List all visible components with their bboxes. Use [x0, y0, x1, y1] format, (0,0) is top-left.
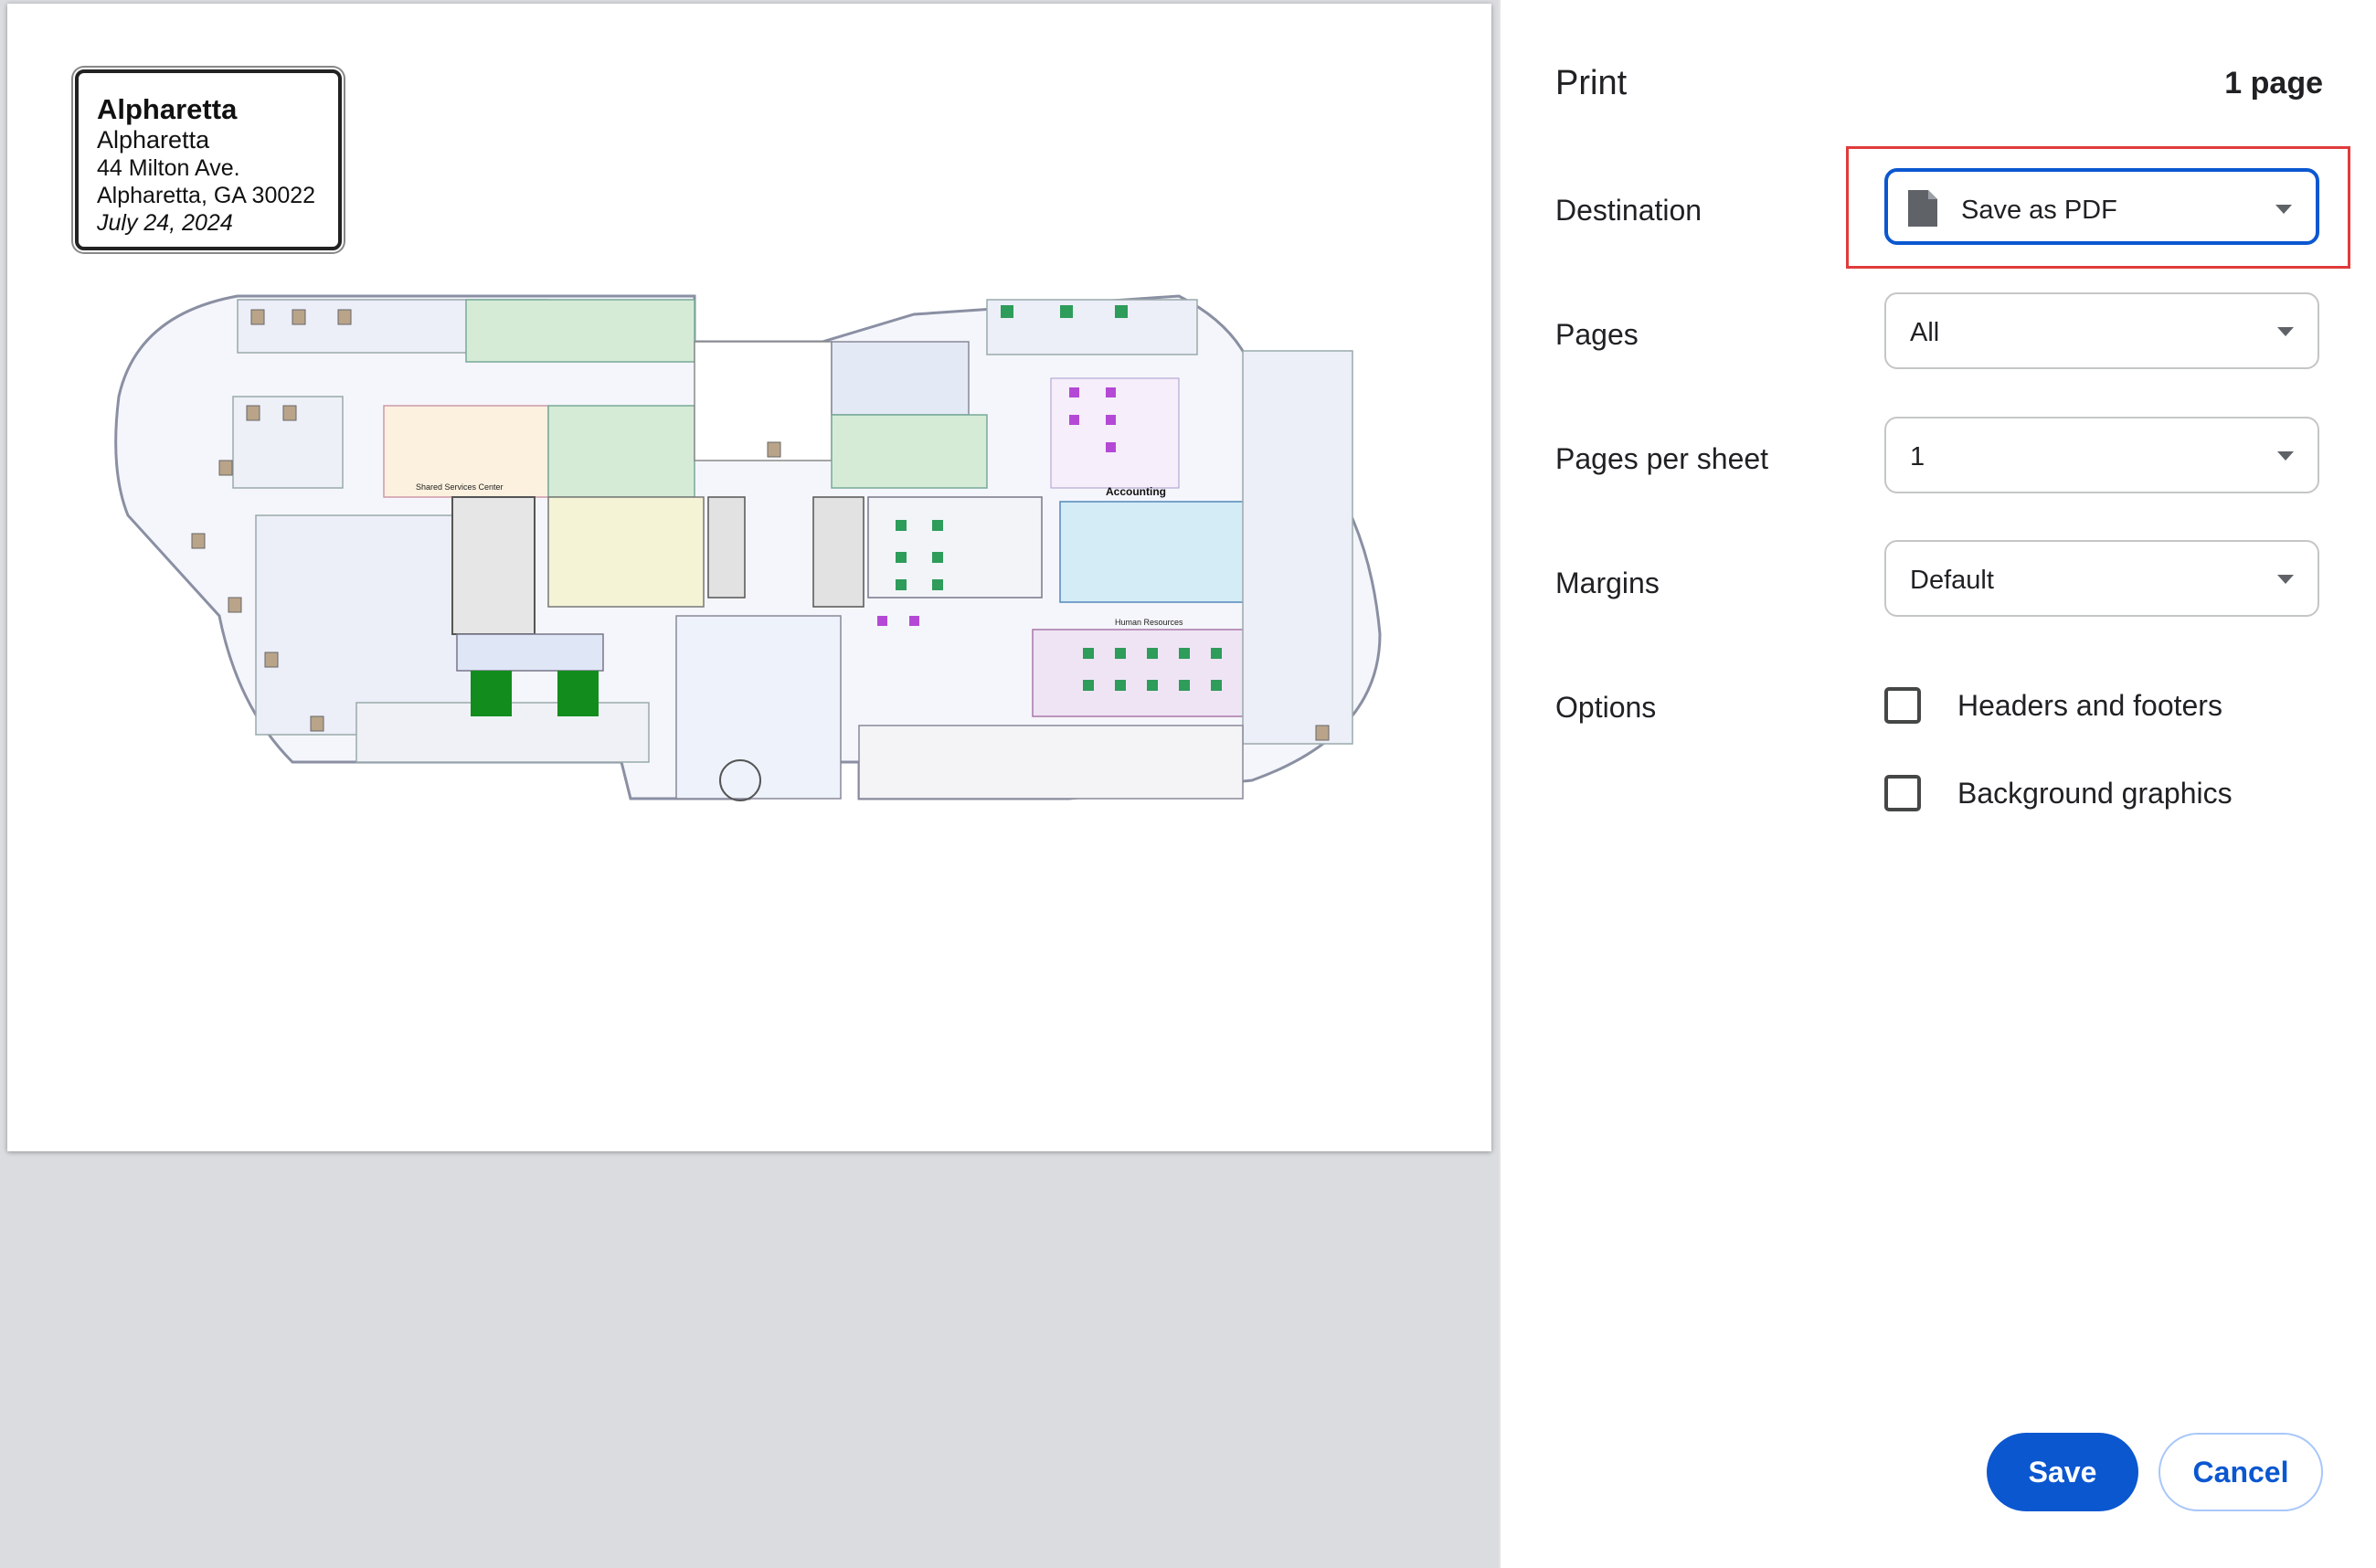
- break-room: [831, 341, 970, 416]
- file-icon: [1908, 190, 1937, 227]
- office-block-se: [858, 725, 1244, 800]
- elevators-right: [812, 496, 864, 608]
- restrooms: [547, 496, 705, 608]
- chevron-down-icon: [2275, 205, 2292, 214]
- preview-page: Alpharetta Alpharetta 44 Milton Ave. Alp…: [7, 4, 1491, 1151]
- page-count: 1 page: [2224, 66, 2323, 101]
- office-block-ne: [986, 299, 1198, 355]
- conference-green-3: [831, 414, 988, 489]
- margins-label: Margins: [1555, 567, 1660, 599]
- floor-plan: Accounting Human Resources Shared Servic…: [114, 294, 1382, 801]
- pages-select[interactable]: All: [1884, 292, 2319, 369]
- margins-select[interactable]: Default: [1884, 540, 2319, 617]
- reception: [694, 341, 833, 461]
- location-date: July 24, 2024: [97, 210, 233, 236]
- pages-per-sheet-label: Pages per sheet: [1555, 442, 1769, 475]
- margins-value: Default: [1910, 566, 1994, 595]
- save-button[interactable]: Save: [1987, 1433, 2138, 1511]
- chevron-down-icon: [2277, 327, 2294, 336]
- headers-footers-label: Headers and footers: [1957, 689, 2222, 722]
- location-street: 44 Milton Ave.: [97, 155, 240, 181]
- conference-green-1: [465, 299, 695, 363]
- cancel-button[interactable]: Cancel: [2159, 1433, 2323, 1511]
- office-green-dark-2: [557, 671, 599, 716]
- chevron-down-icon: [2277, 451, 2294, 461]
- options-label: Options: [1555, 691, 1657, 724]
- human-resources-label: Human Resources: [1115, 618, 1183, 627]
- pages-label: Pages: [1555, 318, 1639, 351]
- location-name: Alpharetta: [97, 126, 210, 154]
- location-city: Alpharetta, GA 30022: [97, 183, 316, 208]
- file-storage: [456, 633, 604, 672]
- conference-green-2: [547, 405, 695, 498]
- print-dialog-title: Print: [1555, 64, 1628, 102]
- background-graphics-label: Background graphics: [1957, 777, 2233, 810]
- destination-label: Destination: [1555, 194, 1702, 227]
- location-title: Alpharetta: [97, 93, 238, 125]
- office-block-sw: [255, 514, 476, 736]
- office-block-e: [1242, 350, 1353, 745]
- human-resources-room: [1032, 629, 1271, 717]
- destination-value: Save as PDF: [1961, 196, 2117, 225]
- office-green-dark-1: [471, 671, 512, 716]
- pages-value: All: [1910, 318, 1940, 347]
- destination-select[interactable]: Save as PDF: [1884, 168, 2319, 245]
- headers-footers-checkbox[interactable]: [1884, 687, 1921, 724]
- chevron-down-icon: [2277, 575, 2294, 584]
- team-room: [867, 496, 1043, 599]
- print-settings-panel: Print 1 page Destination Save as PDF Pag…: [1501, 0, 2376, 1568]
- accounting-label: Accounting: [1106, 485, 1166, 498]
- background-graphics-checkbox[interactable]: [1884, 775, 1921, 811]
- location-info-box: Alpharetta Alpharetta 44 Milton Ave. Alp…: [75, 69, 342, 250]
- pages-per-sheet-value: 1: [1910, 442, 1925, 471]
- core-stairs-left: [451, 496, 536, 635]
- pages-per-sheet-select[interactable]: 1: [1884, 417, 2319, 493]
- elevators-left: [707, 496, 746, 599]
- print-preview-pane[interactable]: Alpharetta Alpharetta 44 Milton Ave. Alp…: [0, 0, 1499, 1568]
- shared-services-label: Shared Services Center: [416, 482, 504, 492]
- accounting-room: [1059, 501, 1262, 603]
